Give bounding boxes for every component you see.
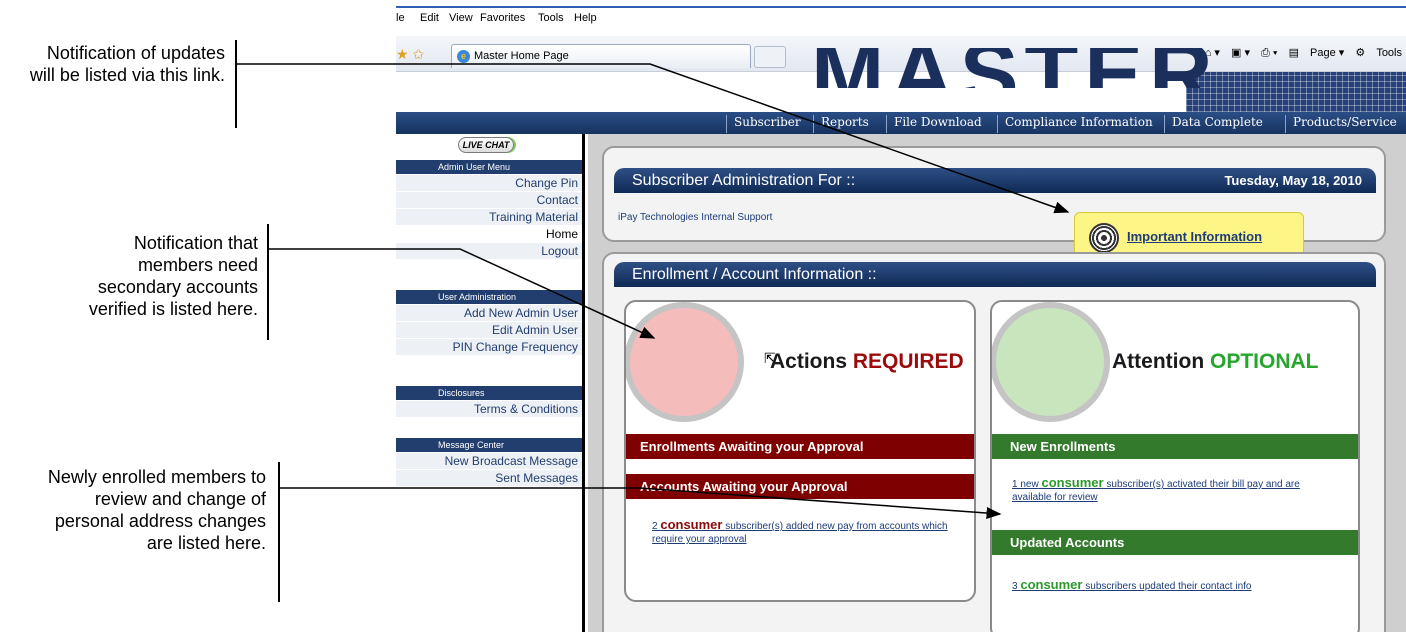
site-logo: MASTER bbox=[811, 48, 1231, 88]
red-arrow-circle-icon bbox=[626, 302, 744, 422]
print-icon[interactable]: ⎙ ▾ bbox=[1261, 47, 1277, 60]
sidebar-item-add-new-admin-user[interactable]: Add New Admin User bbox=[396, 305, 582, 322]
organization-name: iPay Technologies Internal Support bbox=[618, 212, 773, 223]
live-chat-button[interactable]: LIVE CHAT bbox=[458, 137, 514, 153]
enrollment-panel: Enrollment / Account Information :: ⇱ Ac… bbox=[602, 252, 1386, 632]
sidebar-item-edit-admin-user[interactable]: Edit Admin User bbox=[396, 322, 582, 339]
menu-edit[interactable]: Edit bbox=[420, 12, 439, 24]
nav-subscriber[interactable]: Subscriber bbox=[726, 115, 808, 133]
ie-logo-icon: e bbox=[457, 50, 470, 63]
bracket-updates bbox=[235, 40, 237, 128]
browser-window: le Edit View Favorites Tools Help ★ ✩ e … bbox=[396, 0, 1406, 632]
menu-view[interactable]: View bbox=[449, 12, 473, 24]
web-page: MASTER Subscriber Reports File Download … bbox=[396, 48, 1406, 632]
subscriber-admin-bar: Subscriber Administration For :: Tuesday… bbox=[614, 168, 1376, 193]
sidebar-item-logout[interactable]: Logout bbox=[396, 243, 582, 260]
attention-optional-card: Attention OPTIONAL New Enrollments 1 new… bbox=[990, 300, 1360, 632]
tab-title: Master Home Page bbox=[474, 50, 569, 62]
titlebar-edge bbox=[396, 6, 1406, 8]
menu-tools[interactable]: Tools bbox=[538, 12, 564, 24]
annotation-new-enrollments: Newly enrolled members to review and cha… bbox=[47, 467, 266, 553]
menu-help[interactable]: Help bbox=[574, 12, 597, 24]
sidebar-item-contact[interactable]: Contact bbox=[396, 192, 582, 209]
enrollment-bar: Enrollment / Account Information :: bbox=[614, 262, 1376, 287]
menu-bar: le Edit View Favorites Tools Help bbox=[396, 9, 1406, 31]
tools-menu-button[interactable]: ⚙ Tools bbox=[1355, 46, 1402, 59]
actions-required-card: ⇱ Actions REQUIRED Enrollments Awaiting … bbox=[624, 300, 976, 602]
sidebar-heading-admin-user-menu: Admin User Menu bbox=[396, 160, 582, 174]
nav-file-download[interactable]: File Download bbox=[886, 115, 989, 133]
updated-contact-info-link[interactable]: 3 consumer subscribers updated their con… bbox=[1012, 578, 1332, 593]
nav-products-services[interactable]: Products/Service bbox=[1285, 115, 1404, 133]
nav-compliance-information[interactable]: Compliance Information bbox=[997, 115, 1160, 133]
enrollment-title: Enrollment / Account Information :: bbox=[632, 266, 877, 283]
accounts-awaiting-approval-bar: Accounts Awaiting your Approval bbox=[626, 474, 974, 499]
current-date: Tuesday, May 18, 2010 bbox=[1224, 173, 1362, 188]
sidebar-item-new-broadcast-message[interactable]: New Broadcast Message bbox=[396, 453, 582, 470]
nav-reports[interactable]: Reports bbox=[813, 115, 876, 133]
new-enrollments-bar: New Enrollments bbox=[992, 434, 1358, 459]
green-arrow-circle-icon bbox=[992, 302, 1110, 422]
new-tab-button[interactable] bbox=[754, 46, 786, 68]
sidebar-heading-user-administration: User Administration bbox=[396, 290, 582, 304]
sidebar-item-terms-conditions[interactable]: Terms & Conditions bbox=[396, 401, 582, 418]
pay-from-accounts-link[interactable]: 2 consumer subscriber(s) added new pay f… bbox=[652, 518, 952, 546]
subscriber-admin-panel: Subscriber Administration For :: Tuesday… bbox=[602, 146, 1386, 262]
sidebar-item-home[interactable]: Home bbox=[396, 226, 582, 243]
bracket-new-enrollments bbox=[278, 462, 280, 602]
actions-required-title: Actions REQUIRED bbox=[770, 350, 964, 373]
main-content: Subscriber Administration For :: Tuesday… bbox=[588, 134, 1406, 632]
feeds-icon[interactable]: ▣ ▾ bbox=[1231, 46, 1250, 59]
bracket-secondary-accounts bbox=[267, 224, 269, 340]
sidebar-item-sent-messages[interactable]: Sent Messages bbox=[396, 470, 582, 487]
sidebar-heading-disclosures: Disclosures bbox=[396, 386, 582, 400]
favorites-star-icon[interactable]: ★ ✩ bbox=[396, 46, 424, 63]
menu-favorites[interactable]: Favorites bbox=[480, 12, 525, 24]
menu-file[interactable]: le bbox=[396, 12, 405, 24]
enrollments-awaiting-approval-bar: Enrollments Awaiting your Approval bbox=[626, 434, 974, 459]
annotation-secondary-accounts: Notification that members need secondary… bbox=[88, 233, 258, 319]
sidebar-item-change-pin[interactable]: Change Pin bbox=[396, 175, 582, 192]
broadcast-signal-icon bbox=[1089, 223, 1119, 253]
sidebar-heading-message-center: Message Center bbox=[396, 438, 582, 452]
sidebar-item-training-material[interactable]: Training Material bbox=[396, 209, 582, 226]
tab-master-home[interactable]: e Master Home Page bbox=[451, 44, 751, 68]
attention-optional-title: Attention OPTIONAL bbox=[1112, 350, 1319, 373]
page-menu-button[interactable]: ▤ Page ▾ bbox=[1289, 46, 1345, 59]
subscriber-admin-title: Subscriber Administration For :: bbox=[632, 172, 856, 189]
nav-data-complete[interactable]: Data Complete bbox=[1164, 115, 1270, 133]
annotation-updates: Notification of updates will be listed v… bbox=[29, 43, 225, 85]
admin-sidebar: LIVE CHAT Admin User Menu Change Pin Con… bbox=[396, 134, 585, 632]
sidebar-item-pin-change-frequency[interactable]: PIN Change Frequency bbox=[396, 339, 582, 356]
updated-accounts-bar: Updated Accounts bbox=[992, 530, 1358, 555]
top-nav: Subscriber Reports File Download Complia… bbox=[396, 112, 1406, 134]
new-consumer-subscriber-link[interactable]: 1 new consumer subscriber(s) activated t… bbox=[1012, 476, 1332, 504]
important-information-link[interactable]: Important Information bbox=[1127, 229, 1262, 244]
